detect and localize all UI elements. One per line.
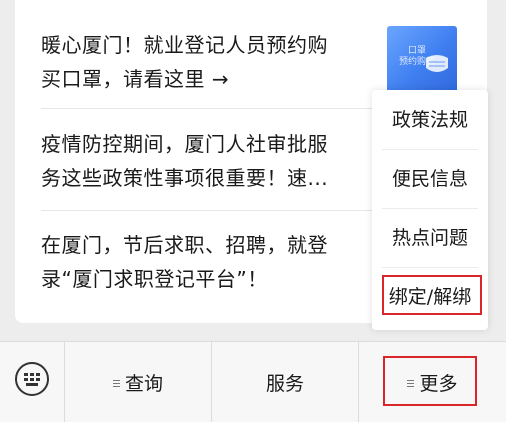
highlight-box-bind-unbind (382, 275, 482, 315)
menu-item-policy[interactable]: 政策法规 (372, 91, 488, 149)
tab-query[interactable]: 查询 (65, 342, 211, 422)
menu-item-hot-issues[interactable]: 热点问题 (372, 209, 488, 267)
article-title-line: 买口罩，请看这里 → (41, 67, 230, 91)
article-item-masks[interactable]: 暖心厦门！就业登记人员预约购 买口罩，请看这里 → (41, 28, 377, 96)
keyboard-icon (24, 373, 40, 386)
menu-item-convenience-info[interactable]: 便民信息 (372, 150, 488, 208)
article-title-line: 录“厦门求职登记平台”！ (41, 267, 268, 291)
article-title-line: 在厦门，节后求职、招聘，就登 (41, 233, 328, 257)
keyboard-toggle-button[interactable] (15, 362, 49, 396)
article-title-line: 疫情防控期间，厦门人社审批服 (41, 132, 328, 156)
article-item-job-platform[interactable]: 在厦门，节后求职、招聘，就登 录“厦门求职登记平台”！ (41, 228, 377, 296)
article-title-line: 暖心厦门！就业登记人员预约购 (41, 33, 328, 57)
submenu-icon (112, 378, 120, 389)
tab-label: 服务 (265, 372, 304, 395)
tab-label: 查询 (124, 372, 163, 395)
tab-service[interactable]: 服务 (212, 342, 358, 422)
highlight-box-more-tab (383, 356, 477, 406)
article-title-line: 务这些政策性事项很重要！速... (41, 166, 329, 190)
article-item-approval[interactable]: 疫情防控期间，厦门人社审批服 务这些政策性事项很重要！速... (41, 127, 377, 195)
article-thumbnail[interactable]: 口罩 预约购买 (387, 26, 457, 96)
mask-icon (426, 55, 448, 72)
